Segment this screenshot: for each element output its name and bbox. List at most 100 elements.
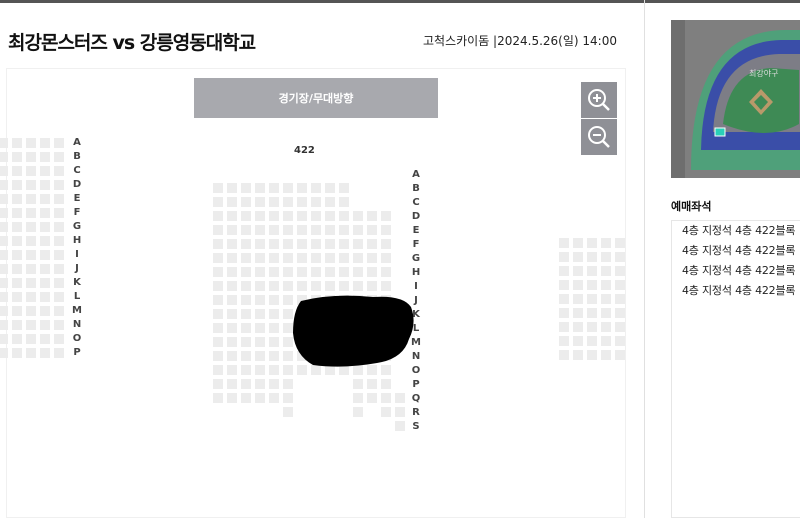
seat[interactable] [12, 348, 22, 358]
seat[interactable] [615, 252, 625, 262]
seat[interactable] [227, 225, 237, 235]
seat[interactable] [54, 208, 64, 218]
seat[interactable] [40, 138, 50, 148]
seat[interactable] [227, 337, 237, 347]
seat[interactable] [325, 225, 335, 235]
seat[interactable] [241, 337, 251, 347]
seat[interactable] [573, 280, 583, 290]
seat[interactable] [54, 306, 64, 316]
seat[interactable] [559, 336, 569, 346]
seat[interactable] [269, 351, 279, 361]
seat[interactable] [339, 211, 349, 221]
seat[interactable] [26, 264, 36, 274]
seat[interactable] [213, 351, 223, 361]
seat[interactable] [54, 138, 64, 148]
seat[interactable] [269, 281, 279, 291]
seat[interactable] [241, 211, 251, 221]
seat[interactable] [573, 336, 583, 346]
seat[interactable] [54, 292, 64, 302]
seat[interactable] [241, 309, 251, 319]
seat[interactable] [255, 337, 265, 347]
seat[interactable] [353, 225, 363, 235]
seat[interactable] [573, 350, 583, 360]
seat[interactable] [54, 334, 64, 344]
seat[interactable] [241, 295, 251, 305]
seat[interactable] [54, 166, 64, 176]
seat[interactable] [587, 308, 597, 318]
seat[interactable] [587, 280, 597, 290]
seat[interactable] [241, 267, 251, 277]
seat[interactable] [12, 208, 22, 218]
seat[interactable] [54, 348, 64, 358]
seat[interactable] [297, 183, 307, 193]
seat[interactable] [255, 211, 265, 221]
seat[interactable] [297, 267, 307, 277]
seat[interactable] [26, 152, 36, 162]
seat[interactable] [213, 309, 223, 319]
seat[interactable] [353, 239, 363, 249]
seat[interactable] [0, 208, 8, 218]
seat[interactable] [26, 278, 36, 288]
seat[interactable] [615, 322, 625, 332]
seat[interactable] [255, 309, 265, 319]
seat[interactable] [601, 280, 611, 290]
seat[interactable] [227, 239, 237, 249]
seat[interactable] [573, 322, 583, 332]
seat[interactable] [587, 294, 597, 304]
seat[interactable] [227, 379, 237, 389]
seat[interactable] [283, 225, 293, 235]
seat[interactable] [325, 267, 335, 277]
seat[interactable] [339, 239, 349, 249]
seat[interactable] [311, 197, 321, 207]
seat[interactable] [587, 336, 597, 346]
seat[interactable] [12, 166, 22, 176]
seat[interactable] [241, 239, 251, 249]
seat[interactable] [283, 379, 293, 389]
seat[interactable] [12, 320, 22, 330]
seat[interactable] [367, 239, 377, 249]
seat[interactable] [227, 183, 237, 193]
seat[interactable] [353, 211, 363, 221]
seat[interactable] [311, 225, 321, 235]
seat[interactable] [297, 211, 307, 221]
seat[interactable] [381, 379, 391, 389]
seat[interactable] [26, 166, 36, 176]
seat[interactable] [26, 306, 36, 316]
seat[interactable] [339, 281, 349, 291]
seat[interactable] [283, 309, 293, 319]
seat[interactable] [283, 323, 293, 333]
seat[interactable] [241, 253, 251, 263]
seat[interactable] [213, 253, 223, 263]
seat[interactable] [381, 211, 391, 221]
seat[interactable] [0, 236, 8, 246]
seat[interactable] [213, 211, 223, 221]
seat[interactable] [255, 393, 265, 403]
seat[interactable] [601, 350, 611, 360]
seat[interactable] [559, 294, 569, 304]
seat[interactable] [311, 253, 321, 263]
seat[interactable] [381, 281, 391, 291]
seat[interactable] [0, 292, 8, 302]
seat[interactable] [0, 320, 8, 330]
seat[interactable] [255, 197, 265, 207]
seat[interactable] [54, 278, 64, 288]
seat[interactable] [269, 393, 279, 403]
seat[interactable] [12, 264, 22, 274]
seat[interactable] [0, 152, 8, 162]
seat[interactable] [40, 208, 50, 218]
seat[interactable] [325, 281, 335, 291]
seat[interactable] [381, 407, 391, 417]
seat[interactable] [311, 281, 321, 291]
seat[interactable] [213, 225, 223, 235]
seat[interactable] [559, 252, 569, 262]
seat[interactable] [269, 239, 279, 249]
seat[interactable] [269, 309, 279, 319]
seat[interactable] [325, 183, 335, 193]
seat[interactable] [241, 323, 251, 333]
seat[interactable] [12, 194, 22, 204]
seat[interactable] [54, 194, 64, 204]
seat[interactable] [559, 308, 569, 318]
seat[interactable] [615, 336, 625, 346]
zoom-in-button[interactable] [581, 82, 617, 118]
seat[interactable] [601, 336, 611, 346]
